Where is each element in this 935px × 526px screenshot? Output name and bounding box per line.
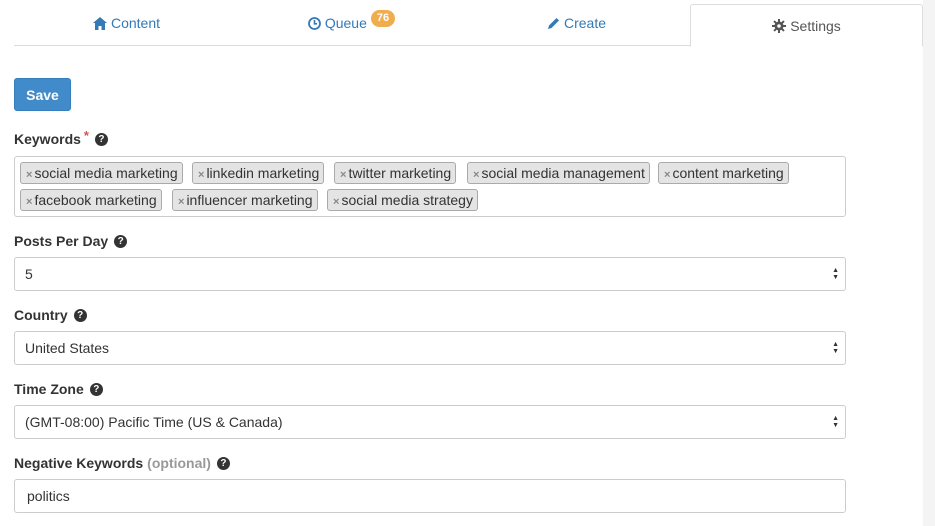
select-arrows-icon: ▲ ▼ bbox=[832, 341, 839, 355]
tab-label: Queue bbox=[324, 15, 367, 31]
required-marker: * bbox=[83, 127, 89, 143]
help-icon[interactable]: ? bbox=[94, 132, 108, 146]
time-zone-select[interactable]: (GMT-08:00) Pacific Time (US & Canada) ▲… bbox=[14, 405, 846, 439]
gear-icon bbox=[772, 18, 787, 33]
posts-per-day-label: Posts Per Day ? bbox=[14, 233, 128, 249]
pencil-icon bbox=[547, 17, 560, 30]
clock-icon bbox=[307, 16, 321, 30]
tab-content[interactable]: Content bbox=[14, 0, 239, 46]
selected-value: 5 bbox=[25, 266, 33, 282]
input-value: politics bbox=[27, 488, 70, 504]
label-text: Negative Keywords bbox=[14, 455, 144, 471]
selected-value: United States bbox=[25, 340, 110, 356]
chip-label: facebook marketing bbox=[34, 192, 157, 208]
chip-label: social media strategy bbox=[341, 192, 473, 208]
page-gutter bbox=[923, 0, 935, 526]
home-icon bbox=[92, 16, 107, 30]
remove-icon[interactable]: × bbox=[340, 169, 346, 181]
country-label: Country ? bbox=[14, 307, 87, 323]
country-select[interactable]: United States ▲ ▼ bbox=[14, 331, 846, 365]
tab-settings[interactable]: Settings bbox=[690, 4, 923, 47]
select-arrows-icon: ▲ ▼ bbox=[832, 267, 839, 281]
keywords-tag-input[interactable]: × social media marketing × linkedin market… bbox=[14, 156, 846, 217]
save-button[interactable]: Save bbox=[14, 78, 71, 111]
chip-label: social media marketing bbox=[34, 165, 178, 181]
remove-icon[interactable]: × bbox=[26, 196, 32, 208]
label-text: Keywords bbox=[14, 131, 81, 147]
tab-queue[interactable]: Queue 76 bbox=[239, 0, 464, 46]
keyword-chip: × influencer marketing bbox=[172, 189, 318, 211]
label-text: Posts Per Day bbox=[14, 233, 109, 249]
remove-icon[interactable]: × bbox=[198, 169, 204, 181]
keyword-chip: × social media marketing bbox=[20, 162, 183, 184]
remove-icon[interactable]: × bbox=[333, 196, 339, 208]
help-icon[interactable]: ? bbox=[73, 308, 87, 322]
optional-hint: (optional) bbox=[147, 455, 211, 471]
label-text: Time Zone bbox=[14, 381, 84, 397]
remove-icon[interactable]: × bbox=[26, 169, 32, 181]
time-zone-label: Time Zone ? bbox=[14, 381, 103, 397]
chip-label: social media management bbox=[481, 165, 645, 181]
selected-value: (GMT-08:00) Pacific Time (US & Canada) bbox=[25, 414, 283, 430]
chip-label: influencer marketing bbox=[186, 192, 313, 208]
keyword-chip: × facebook marketing bbox=[20, 189, 162, 211]
chip-label: twitter marketing bbox=[348, 165, 452, 181]
keywords-label: Keywords * ? bbox=[14, 127, 108, 147]
tab-label: Settings bbox=[790, 17, 841, 34]
help-icon[interactable]: ? bbox=[216, 456, 230, 470]
chip-label: content marketing bbox=[672, 165, 784, 181]
queue-count-badge: 76 bbox=[370, 9, 396, 27]
help-icon[interactable]: ? bbox=[114, 234, 128, 248]
tab-label: Content bbox=[110, 15, 161, 31]
label-text: Country bbox=[14, 307, 68, 323]
remove-icon[interactable]: × bbox=[178, 196, 184, 208]
keyword-chip: × twitter marketing bbox=[334, 162, 457, 184]
tab-label: Create bbox=[563, 15, 607, 31]
chip-label: linkedin marketing bbox=[206, 165, 320, 181]
keyword-chip: × social media management bbox=[467, 162, 650, 184]
keyword-chip: × linkedin marketing bbox=[192, 162, 325, 184]
negative-keywords-input[interactable]: politics bbox=[14, 479, 846, 513]
negative-keywords-label: Negative Keywords (optional) ? bbox=[14, 455, 230, 471]
remove-icon[interactable]: × bbox=[664, 169, 670, 181]
tab-create[interactable]: Create bbox=[464, 0, 689, 46]
posts-per-day-select[interactable]: 5 ▲ ▼ bbox=[14, 257, 846, 291]
tab-bar: Content Queue 76 Create Settings bbox=[14, 0, 923, 47]
remove-icon[interactable]: × bbox=[473, 169, 479, 181]
keyword-chip: × social media strategy bbox=[327, 189, 478, 211]
select-arrows-icon: ▲ ▼ bbox=[832, 415, 839, 429]
help-icon[interactable]: ? bbox=[89, 382, 103, 396]
keyword-chip: × content marketing bbox=[658, 162, 789, 184]
